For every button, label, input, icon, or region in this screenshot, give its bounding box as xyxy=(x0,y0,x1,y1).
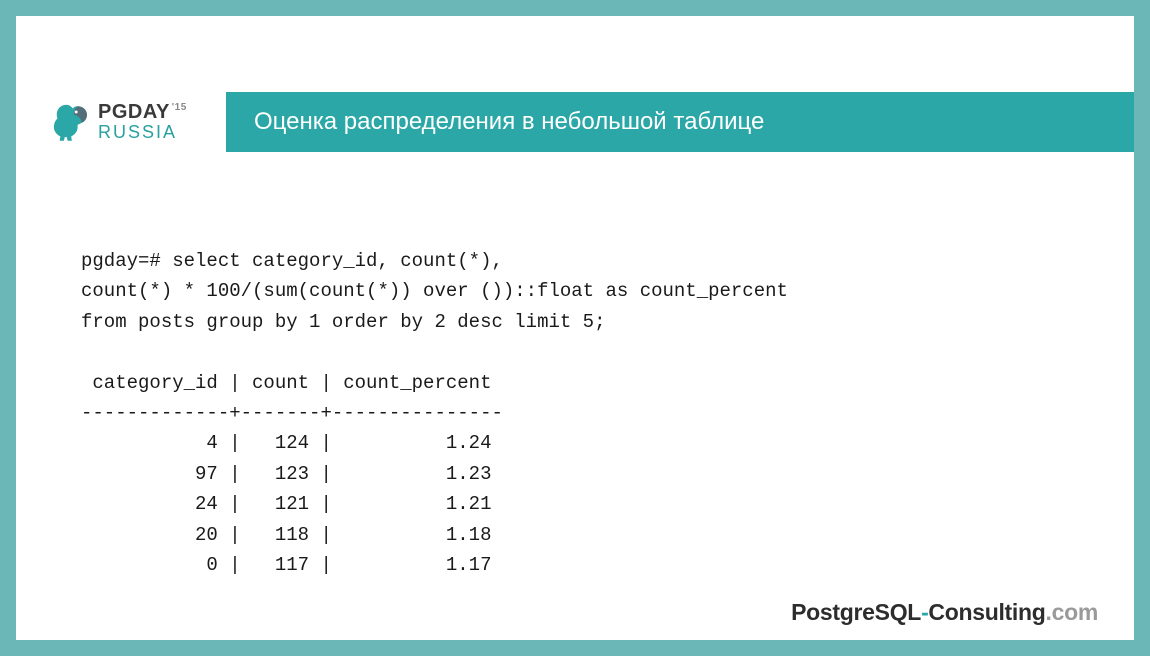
footer-consulting: Consulting xyxy=(928,599,1045,625)
sql-code-block: pgday=# select category_id, count(*), co… xyxy=(81,246,1074,580)
logo-text: PGDAY'15 RUSSIA xyxy=(98,102,187,142)
footer-tld: .com xyxy=(1046,599,1098,625)
logo-pgday: PGDAY xyxy=(98,101,170,123)
slide: PGDAY'15 RUSSIA Оценка распределения в н… xyxy=(16,16,1134,640)
logo-year: '15 xyxy=(172,102,187,113)
slide-title: Оценка распределения в небольшой таблице xyxy=(226,92,1134,152)
footer-postgresql: PostgreSQL xyxy=(791,599,921,625)
logo-top-line: PGDAY'15 xyxy=(98,102,187,123)
logo-bottom-line: RUSSIA xyxy=(98,123,187,142)
slide-header: PGDAY'15 RUSSIA Оценка распределения в н… xyxy=(16,86,1134,158)
event-logo: PGDAY'15 RUSSIA xyxy=(16,99,226,145)
slide-body: pgday=# select category_id, count(*), co… xyxy=(81,246,1074,580)
footer-branding: PostgreSQL-Consulting.com xyxy=(791,599,1098,626)
elephant-icon xyxy=(46,99,92,145)
